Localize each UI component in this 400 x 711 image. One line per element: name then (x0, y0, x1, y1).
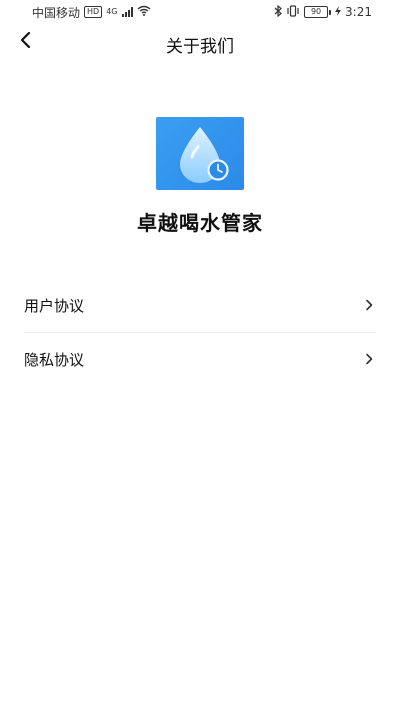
menu-item-label: 隐私协议 (24, 350, 85, 369)
clock-time: 3:21 (345, 5, 372, 19)
user-agreement-item[interactable]: 用户协议 (0, 278, 400, 332)
status-left: 中国移动 HD 4G (32, 4, 151, 21)
privacy-policy-item[interactable]: 隐私协议 (0, 332, 400, 386)
chevron-right-icon (362, 352, 376, 366)
chevron-right-icon (362, 298, 376, 312)
page-title: 关于我们 (166, 37, 234, 57)
menu-item-label: 用户协议 (24, 296, 85, 315)
network-type: 4G (106, 7, 118, 16)
wifi-icon (137, 5, 151, 19)
status-right: 90 3:21 (274, 4, 372, 20)
charging-icon (335, 5, 342, 19)
vibrate-icon (286, 4, 300, 20)
status-bar: 中国移动 HD 4G 90 3:21 (0, 0, 400, 24)
signal-icon (121, 7, 133, 17)
app-name: 卓越喝水管家 (137, 211, 263, 235)
battery-icon: 90 (304, 6, 332, 18)
about-us-screen: 中国移动 HD 4G 90 3:21 关于我们 卓越喝水管家 用户协议 隐私协议 (0, 0, 400, 711)
battery-level: 90 (304, 6, 329, 18)
menu-list: 用户协议 隐私协议 (0, 278, 400, 386)
bluetooth-icon (274, 4, 282, 20)
navigation-bar: 关于我们 (0, 24, 400, 64)
app-logo (156, 117, 244, 190)
water-drop-clock-icon (180, 127, 229, 183)
hd-badge: HD (84, 6, 103, 18)
carrier-name: 中国移动 (32, 5, 81, 20)
